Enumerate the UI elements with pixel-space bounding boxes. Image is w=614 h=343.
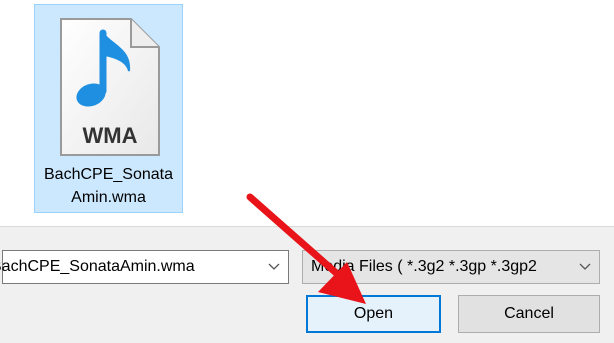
file-type-filter-value: Media Files ( *.3g2 *.3gp *.3gp2 bbox=[311, 258, 537, 275]
file-type-filter-dropdown[interactable]: Media Files ( *.3g2 *.3gp *.3gp2 bbox=[302, 250, 600, 284]
chevron-down-icon[interactable] bbox=[579, 260, 591, 272]
file-item-selected[interactable]: WMA BachCPE_Sonata Amin.wma bbox=[34, 4, 183, 213]
file-name-combobox[interactable]: BachCPE_SonataAmin.wma bbox=[0, 250, 289, 284]
wma-audio-file-icon: WMA bbox=[60, 18, 160, 156]
cancel-button[interactable]: Cancel bbox=[458, 295, 600, 333]
file-open-dialog: WMA BachCPE_Sonata Amin.wma BachCPE_Sona… bbox=[0, 0, 614, 343]
open-button[interactable]: Open bbox=[306, 295, 441, 333]
file-list-pane: WMA BachCPE_Sonata Amin.wma bbox=[0, 0, 614, 226]
chevron-down-icon[interactable] bbox=[268, 260, 280, 272]
file-name-input[interactable]: BachCPE_SonataAmin.wma bbox=[0, 251, 246, 283]
pane-divider bbox=[0, 226, 614, 227]
file-name-label: BachCPE_Sonata Amin.wma bbox=[44, 166, 173, 206]
wma-label: WMA bbox=[83, 123, 138, 148]
